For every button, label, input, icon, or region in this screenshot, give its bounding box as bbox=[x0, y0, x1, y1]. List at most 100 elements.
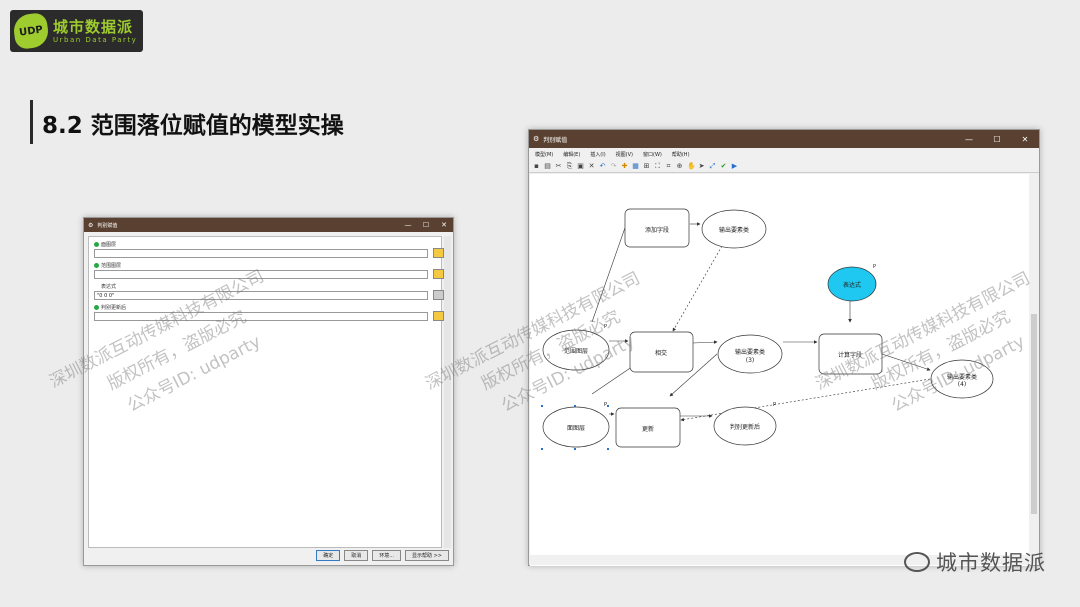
data-face-layer[interactable]: 面图层 P bbox=[541, 402, 610, 450]
svg-text:表达式: 表达式 bbox=[843, 281, 861, 289]
slide-title: 8.2 范围落位赋值的模型实操 bbox=[42, 113, 344, 139]
svg-text:输出要素类: 输出要素类 bbox=[947, 373, 977, 381]
param-label-face-layer: 面图层 bbox=[94, 241, 116, 248]
svg-text:面图层: 面图层 bbox=[567, 425, 585, 432]
browse-folder-icon[interactable] bbox=[433, 269, 444, 279]
browse-folder-icon[interactable] bbox=[433, 311, 444, 321]
data-output-1[interactable]: 输出要素类 bbox=[701, 209, 767, 249]
result-output-input[interactable] bbox=[94, 312, 428, 321]
process-intersect[interactable]: 相交 bbox=[629, 331, 694, 373]
fixed-zoom-icon[interactable]: ⌗ bbox=[665, 162, 672, 170]
process-add-field[interactable]: 添加字段 bbox=[624, 208, 690, 248]
delete-icon[interactable]: ✕ bbox=[588, 162, 595, 170]
zoom-in-icon[interactable]: ⊕ bbox=[676, 162, 683, 170]
pan-icon[interactable]: ✋ bbox=[687, 162, 696, 170]
dialog-title: 判别赋值 bbox=[97, 222, 118, 229]
menu-model[interactable]: 模型(M) bbox=[535, 151, 553, 158]
connector-output-to-intersect bbox=[672, 245, 723, 332]
scrollbar-thumb[interactable] bbox=[1031, 314, 1037, 514]
browse-folder-icon[interactable] bbox=[433, 248, 444, 258]
wechat-brand: 城市数据派 bbox=[904, 547, 1046, 577]
required-dot-icon bbox=[94, 242, 99, 247]
param-label-result: 判别更新后 bbox=[94, 304, 126, 311]
required-dot-icon bbox=[94, 263, 99, 268]
logo-english-name: Urban Data Party bbox=[53, 36, 138, 44]
add-data-icon[interactable]: ✚ bbox=[621, 162, 628, 170]
connect-icon[interactable]: ⤢ bbox=[709, 162, 716, 170]
svg-text:P: P bbox=[773, 402, 776, 408]
connector-calc-to-output4 bbox=[881, 353, 931, 371]
close-button[interactable]: ✕ bbox=[1011, 130, 1039, 148]
range-layer-input[interactable] bbox=[94, 270, 428, 279]
full-extent-icon[interactable]: ⊞ bbox=[643, 162, 650, 170]
process-update[interactable]: 更新 bbox=[615, 407, 681, 448]
minimize-button[interactable]: — bbox=[399, 218, 417, 232]
zoom-to-fit-icon[interactable]: ⛶ bbox=[654, 162, 661, 170]
vertical-scrollbar[interactable] bbox=[444, 236, 451, 548]
param-expression[interactable]: 表达式 P bbox=[827, 264, 877, 302]
param-label-expression: 表达式 bbox=[101, 284, 117, 290]
data-output-4[interactable]: 输出要素类 (4) bbox=[930, 359, 994, 399]
data-output-3[interactable]: 输出要素类 (3) bbox=[717, 334, 783, 374]
calculator-icon[interactable] bbox=[433, 290, 444, 300]
svg-text:相交: 相交 bbox=[655, 349, 667, 357]
menu-edit[interactable]: 编辑(E) bbox=[563, 151, 580, 158]
connector-intersect-to-output3 bbox=[692, 340, 718, 344]
svg-text:P: P bbox=[604, 402, 607, 408]
run-icon[interactable]: ▶ bbox=[731, 162, 738, 170]
menu-insert[interactable]: 插入(I) bbox=[590, 151, 605, 158]
cut-icon[interactable]: ✂ bbox=[555, 162, 562, 170]
validate-icon[interactable]: ✔ bbox=[720, 162, 727, 170]
model-canvas[interactable]: 添加字段 输出要素类 相交 输出要素类 (3) 表达式 P 计算字段 输出要素类… bbox=[530, 174, 1030, 566]
svg-text:更新: 更新 bbox=[642, 425, 654, 433]
connector-range-to-addfield bbox=[591, 221, 628, 323]
data-range-layer[interactable]: 范围图层 P bbox=[542, 324, 610, 371]
param-label-range-layer: 范围图层 bbox=[94, 262, 121, 269]
logo-badge: UDP bbox=[11, 11, 51, 51]
ok-button[interactable]: 确定 bbox=[316, 550, 341, 561]
maximize-button[interactable]: ☐ bbox=[983, 130, 1011, 148]
svg-text:P: P bbox=[604, 324, 607, 330]
dialog-titlebar[interactable]: ⚙ 判别赋值 — ☐ ✕ bbox=[84, 218, 453, 232]
environments-button[interactable]: 环境... bbox=[372, 550, 402, 561]
auto-layout-icon[interactable]: ▦ bbox=[632, 162, 639, 170]
minimize-button[interactable]: — bbox=[955, 130, 983, 148]
parameter-panel: 面图层 范围图层 表达式 "0 0 0" 判别更新后 bbox=[88, 236, 444, 548]
model-builder-titlebar[interactable]: ⚙ 判别赋值 — ☐ ✕ bbox=[529, 130, 1039, 148]
tool-dialog-window: ⚙ 判别赋值 — ☐ ✕ 面图层 范围图层 表达式 "0 0 0" 判别更新后 bbox=[83, 217, 454, 566]
menu-window[interactable]: 窗口(W) bbox=[643, 151, 662, 158]
undo-icon[interactable]: ↶ bbox=[599, 162, 606, 170]
svg-text:(4): (4) bbox=[958, 381, 967, 388]
menu-help[interactable]: 帮助(H) bbox=[672, 151, 690, 158]
expression-input[interactable]: "0 0 0" bbox=[94, 291, 428, 300]
brand-logo: UDP 城市数据派 Urban Data Party bbox=[10, 10, 143, 52]
wechat-icon bbox=[904, 552, 930, 572]
data-result[interactable]: 判别更新后 P bbox=[713, 402, 777, 446]
show-help-button[interactable]: 显示帮助 >> bbox=[405, 550, 449, 561]
model-icon: ⚙ bbox=[88, 221, 94, 229]
svg-text:范围图层: 范围图层 bbox=[564, 347, 588, 355]
face-layer-input[interactable] bbox=[94, 249, 428, 258]
select-icon[interactable]: ➤ bbox=[698, 162, 705, 170]
logo-chinese-name: 城市数据派 bbox=[53, 18, 134, 36]
svg-text:(3): (3) bbox=[746, 357, 755, 364]
toolbar: ▪ ▤ ✂ ⎘ ▣ ✕ ↶ ↷ ✚ ▦ ⊞ ⛶ ⌗ ⊕ ✋ ➤ ⤢ ✔ ▶ bbox=[529, 160, 1039, 173]
save-icon[interactable]: ▪ bbox=[533, 162, 540, 170]
process-calculate-field[interactable]: 计算字段 bbox=[818, 333, 883, 375]
svg-text:P: P bbox=[873, 264, 876, 270]
model-builder-title: 判别赋值 bbox=[543, 136, 568, 144]
cancel-button[interactable]: 取消 bbox=[344, 550, 369, 561]
print-icon[interactable]: ▤ bbox=[544, 162, 551, 170]
copy-icon[interactable]: ⎘ bbox=[566, 162, 573, 170]
canvas-vertical-scrollbar[interactable] bbox=[1029, 174, 1039, 557]
model-icon: ⚙ bbox=[533, 135, 540, 143]
svg-text:输出要素类: 输出要素类 bbox=[735, 348, 765, 356]
paste-icon[interactable]: ▣ bbox=[577, 162, 584, 170]
menu-view[interactable]: 视图(V) bbox=[616, 151, 633, 158]
close-button[interactable]: ✕ bbox=[435, 218, 453, 232]
maximize-button[interactable]: ☐ bbox=[417, 218, 435, 232]
redo-icon[interactable]: ↷ bbox=[610, 162, 617, 170]
brand-name: 城市数据派 bbox=[936, 551, 1046, 575]
title-accent-bar bbox=[30, 100, 33, 144]
svg-text:添加字段: 添加字段 bbox=[645, 226, 669, 234]
